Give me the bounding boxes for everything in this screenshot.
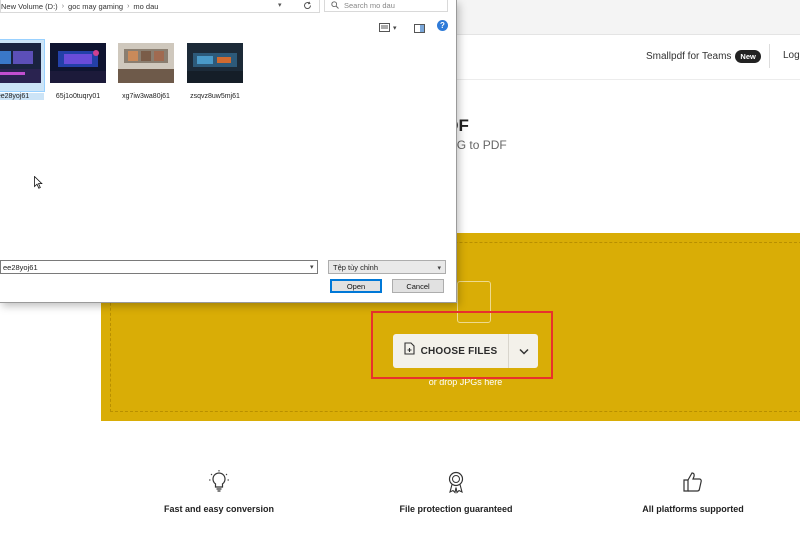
gaming-room-thumbnail-icon [0, 43, 41, 83]
address-row: New Volume (D:) › goc may gaming › mo da… [0, 0, 456, 14]
address-dropdown-icon[interactable]: ▾ [278, 1, 282, 9]
file-thumbnail [47, 40, 109, 91]
chevron-down-icon: ▾ [437, 265, 441, 272]
thumbs-up-icon [603, 470, 783, 494]
help-button[interactable]: ? [437, 20, 448, 31]
preview-pane-icon [414, 20, 425, 37]
open-button[interactable]: Open [330, 279, 382, 293]
feature-label: All platforms supported [642, 504, 744, 514]
breadcrumb-volume[interactable]: New Volume (D:) [1, 2, 58, 11]
nav-teams-label: Smallpdf for Teams [646, 51, 732, 62]
file-item[interactable]: 65j1o0tuqry01 [47, 40, 109, 100]
file-open-dialog: New Volume (D:) › goc may gaming › mo da… [0, 0, 457, 303]
search-input[interactable]: Search mo dau [324, 0, 448, 12]
nav-teams-link[interactable]: Smallpdf for Teams New [646, 50, 761, 63]
award-icon [366, 470, 546, 494]
gaming-room-thumbnail-icon [50, 43, 106, 83]
feature-fast: Fast and easy conversion [129, 470, 309, 514]
refresh-icon [303, 0, 312, 15]
filename-row: ee28yoj61 ▾ Tệp tùy chỉnh ▾ [0, 260, 456, 276]
breadcrumb-separator-icon: › [61, 2, 65, 10]
breadcrumb-folder[interactable]: goc may gaming [68, 2, 123, 11]
feature-label: File protection guaranteed [399, 504, 513, 514]
nav-login-link[interactable]: Logi [783, 50, 800, 61]
lightbulb-icon [129, 470, 309, 494]
file-list: ee28yoj61 65j1o0tuqry01 xg7iw3wa80j61 zs… [0, 36, 456, 256]
filetype-select[interactable]: Tệp tùy chỉnh ▾ [328, 260, 446, 274]
view-list-icon [379, 19, 390, 37]
cancel-button[interactable]: Cancel [392, 279, 444, 293]
file-name: xg7iw3wa80j61 [122, 93, 170, 100]
dialog-buttons: Open Cancel [0, 279, 456, 295]
file-thumbnail [0, 39, 45, 92]
filename-dropdown-icon[interactable]: ▾ [310, 263, 314, 271]
file-item[interactable]: zsqvz8uw5mj61 [184, 40, 246, 100]
file-thumbnail [184, 40, 246, 91]
file-item[interactable]: xg7iw3wa80j61 [115, 40, 177, 100]
filetype-value: Tệp tùy chỉnh [333, 262, 379, 272]
file-name: ee28yoj61 [0, 93, 44, 100]
change-view-button[interactable]: ▾ [379, 19, 397, 37]
file-name: 65j1o0tuqry01 [55, 93, 101, 100]
caret-down-icon: ▾ [393, 25, 397, 32]
address-bar[interactable]: New Volume (D:) › goc may gaming › mo da… [0, 0, 320, 13]
filename-value: ee28yoj61 [3, 262, 38, 272]
gaming-room-thumbnail-icon [187, 43, 243, 83]
dialog-toolbar: ▾ ? [0, 16, 456, 36]
mouse-cursor-icon [34, 175, 43, 194]
red-annotation-box [371, 311, 553, 379]
search-placeholder: Search mo dau [344, 1, 395, 10]
file-name: zsqvz8uw5mj61 [190, 93, 240, 100]
file-item[interactable]: ee28yoj61 [0, 39, 45, 100]
filename-input[interactable]: ee28yoj61 [0, 260, 318, 274]
search-icon [331, 0, 339, 11]
nav-divider [769, 44, 770, 68]
gaming-room-thumbnail-icon [118, 43, 174, 83]
breadcrumb-separator-icon: › [127, 2, 130, 10]
new-badge: New [735, 50, 761, 63]
breadcrumb-current[interactable]: mo dau [133, 2, 158, 11]
feature-platforms: All platforms supported [603, 470, 783, 514]
file-thumbnail [115, 40, 177, 91]
features-row: Fast and easy conversion File protection… [0, 470, 800, 530]
feature-label: Fast and easy conversion [163, 504, 275, 514]
feature-protection: File protection guaranteed [366, 470, 546, 514]
refresh-button[interactable] [298, 0, 316, 12]
